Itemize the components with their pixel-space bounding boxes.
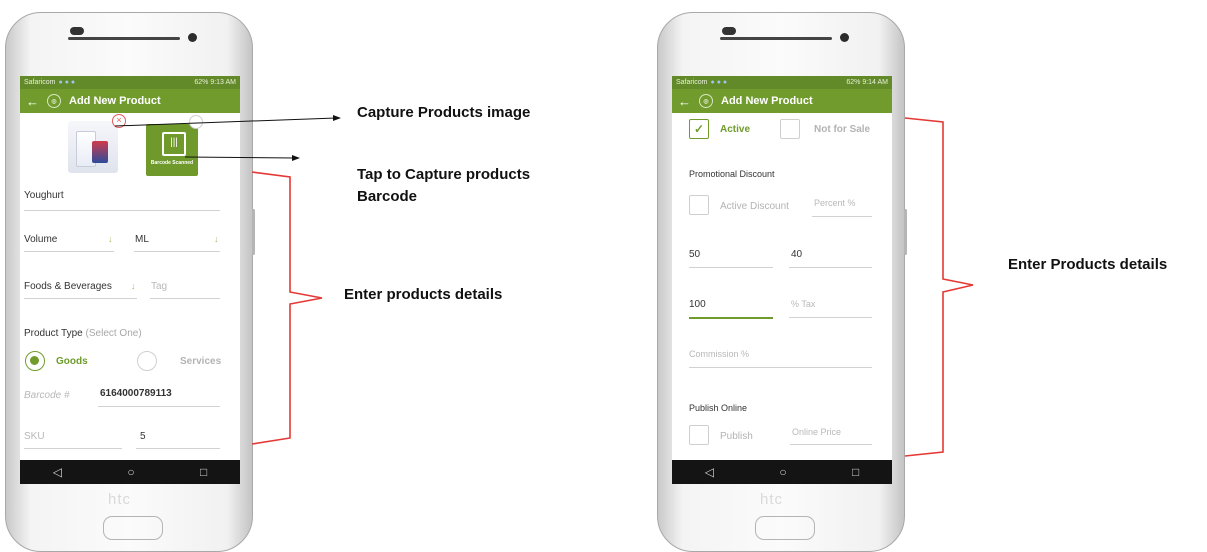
capture-barcode-arrow [184, 156, 296, 159]
left-bracket [251, 171, 323, 445]
enter-details-left-annotation: Enter products details [344, 286, 503, 303]
capture-barcode-annotation: Tap to Capture products Barcode [357, 164, 530, 208]
capture-barcode-line-2: Barcode [357, 188, 418, 205]
capture-barcode-line-1: Tap to Capture products [357, 166, 531, 183]
right-bracket [904, 117, 974, 457]
capture-image-arrowhead [333, 115, 341, 121]
capture-image-annotation: Capture Products image [357, 104, 531, 121]
capture-image-arrow [114, 117, 337, 127]
capture-barcode-arrowhead [292, 155, 300, 161]
enter-details-right-annotation: Enter Products details [1008, 256, 1168, 273]
